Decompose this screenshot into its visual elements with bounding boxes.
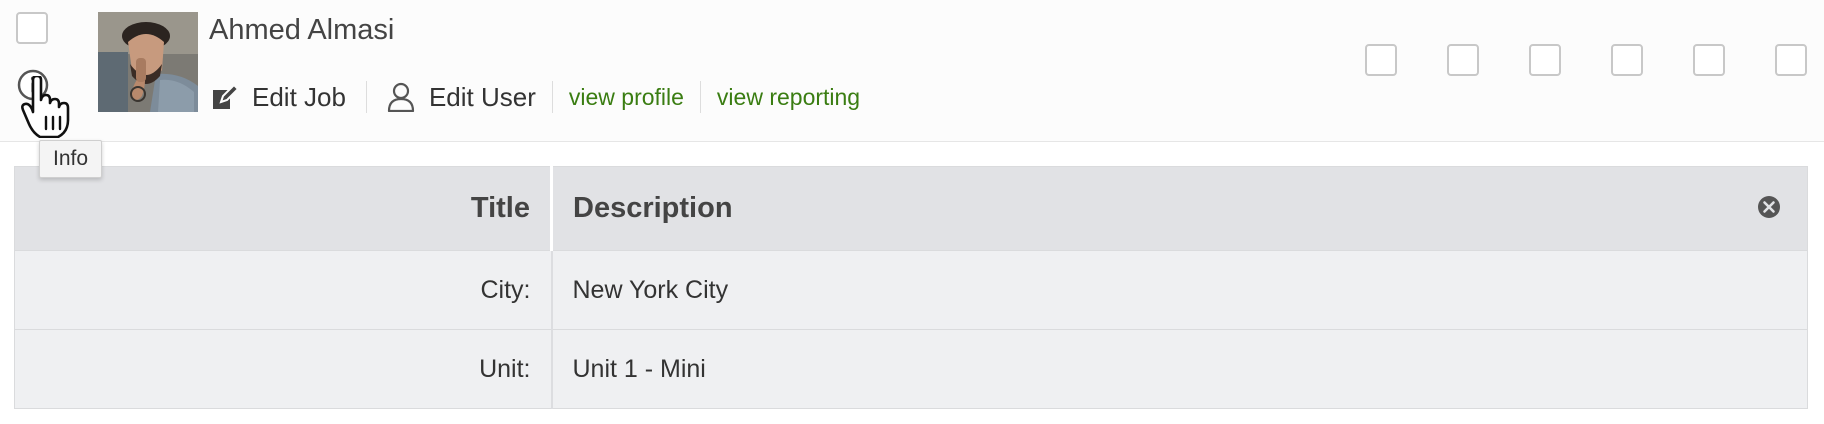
column-checkbox-4[interactable] [1611, 44, 1643, 76]
user-avatar [98, 12, 198, 112]
action-divider [551, 81, 553, 113]
column-checkbox-1[interactable] [1365, 44, 1397, 76]
details-header-row: Title Description [14, 166, 1808, 251]
description-column-header: Description [551, 166, 1808, 251]
pencil-icon [213, 84, 238, 109]
row-label: City: [14, 250, 553, 330]
close-icon[interactable] [1757, 195, 1781, 219]
edit-job-label: Edit Job [252, 81, 346, 112]
view-reporting-link[interactable]: view reporting [717, 84, 860, 111]
column-checkbox-2[interactable] [1447, 44, 1479, 76]
details-table: Title Description City: New York City Un… [14, 166, 1808, 409]
row-value: Unit 1 - Mini [551, 329, 1808, 409]
user-row: Ahmed Almasi Edit Job Edit User view pro… [0, 0, 1824, 142]
action-divider [699, 81, 701, 113]
user-name: Ahmed Almasi [209, 14, 395, 46]
title-column-header: Title [14, 166, 553, 251]
user-actions: Edit Job Edit User view profile view rep… [212, 76, 860, 118]
column-checkbox-6[interactable] [1775, 44, 1807, 76]
edit-user-label: Edit User [428, 81, 536, 112]
table-row: City: New York City [14, 250, 1808, 330]
description-header-label: Description [573, 192, 733, 224]
column-checkbox-5[interactable] [1693, 44, 1725, 76]
table-row: Unit: Unit 1 - Mini [14, 329, 1808, 409]
action-divider [365, 81, 367, 113]
edit-user-button[interactable]: Edit User [387, 82, 536, 113]
edit-job-button[interactable]: Edit Job [212, 82, 346, 113]
view-profile-link[interactable]: view profile [569, 84, 684, 111]
row-label: Unit: [14, 329, 553, 409]
user-icon [387, 82, 415, 112]
hand-pointer-icon [21, 76, 70, 138]
row-select-checkbox[interactable] [16, 12, 48, 44]
row-value: New York City [551, 250, 1808, 330]
info-tooltip: Info [39, 140, 103, 178]
column-checkbox-3[interactable] [1529, 44, 1561, 76]
